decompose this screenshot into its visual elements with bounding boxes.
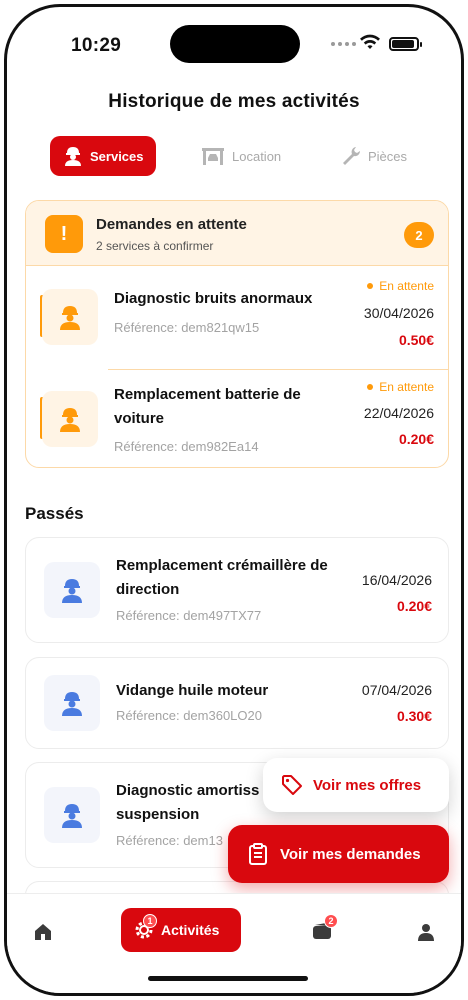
- tab-location[interactable]: Location: [200, 136, 281, 176]
- profile-icon[interactable]: [417, 923, 435, 941]
- divider: [108, 369, 448, 370]
- pending-subtitle: 2 services à confirmer: [96, 239, 214, 253]
- pending-item-name: Diagnostic bruits anormaux: [114, 290, 313, 307]
- pending-item[interactable]: Diagnostic bruits anormaux Référence: de…: [26, 277, 448, 377]
- view-offers-label: Voir mes offres: [313, 776, 422, 794]
- wifi-icon: [360, 34, 380, 49]
- pending-header: ! Demandes en attente 2 services à confi…: [26, 201, 448, 266]
- pending-status-badge: En attente: [367, 279, 434, 293]
- tab-pieces-label: Pièces: [368, 148, 408, 164]
- pending-item-price: 0.50€: [398, 332, 434, 348]
- tab-location-label: Location: [232, 148, 282, 164]
- mechanic-icon: [42, 289, 98, 345]
- mechanic-icon: [42, 391, 98, 447]
- car-lift-icon: [202, 148, 224, 165]
- wrench-icon: [343, 147, 361, 165]
- pending-requests-card: ! Demandes en attente 2 services à confi…: [25, 200, 449, 468]
- past-item-name: Diagnostic amortiss suspension: [116, 782, 260, 823]
- pending-item-date: 30/04/2026: [363, 305, 434, 321]
- past-item-date: 07/04/2026: [361, 682, 432, 698]
- pending-count-badge: 2: [404, 222, 434, 248]
- tab-services-label: Services: [90, 148, 144, 164]
- warning-icon: !: [45, 215, 83, 253]
- phone-frame: 10:29 Historique de mes activités Servic…: [4, 4, 464, 996]
- past-section-title: Passés: [25, 504, 84, 523]
- dynamic-island: [170, 25, 300, 63]
- view-requests-label: Voir mes demandes: [280, 845, 421, 863]
- mechanic-icon: [44, 675, 100, 731]
- past-item-price: 0.30€: [396, 708, 432, 724]
- pending-item-date: 22/04/2026: [363, 405, 434, 421]
- pending-item-reference: Référence: dem982Ea14: [114, 439, 259, 454]
- status-bar: 10:29: [7, 7, 461, 77]
- tab-pieces[interactable]: Pièces: [340, 136, 407, 176]
- status-time: 10:29: [71, 35, 122, 56]
- pending-item-name: Remplacement batterie de voiture: [114, 386, 301, 427]
- activities-badge: 1: [143, 914, 157, 928]
- past-item-price: 0.20€: [396, 598, 432, 614]
- tag-icon: [282, 775, 302, 795]
- past-item-reference: Référence: dem360LO20: [116, 708, 262, 723]
- home-icon[interactable]: [33, 922, 53, 942]
- pending-title: Demandes en attente: [96, 216, 247, 233]
- mechanic-icon: [65, 147, 81, 166]
- home-indicator: [148, 976, 308, 981]
- battery-icon: [389, 37, 422, 51]
- wallet-badge: 2: [324, 914, 338, 928]
- past-item-name: Vidange huile moteur: [116, 682, 269, 699]
- signal-dots-icon: [331, 42, 356, 46]
- nav-wallet[interactable]: 2: [312, 914, 338, 945]
- past-item-reference: Référence: dem13: [116, 833, 223, 848]
- past-item-card[interactable]: Vidange huile moteur Référence: dem360LO…: [25, 657, 449, 749]
- pending-item-reference: Référence: dem821qw15: [114, 320, 260, 335]
- nav-activities-label: Activités: [161, 922, 220, 938]
- past-item-card[interactable]: Remplacement crémaillère de direction Ré…: [25, 537, 449, 643]
- mechanic-icon: [44, 562, 100, 618]
- past-item-date: 16/04/2026: [361, 572, 432, 588]
- past-item-reference: Référence: dem497TX77: [116, 608, 262, 623]
- view-offers-button[interactable]: Voir mes offres: [263, 758, 449, 812]
- nav-activities[interactable]: 1 Activités: [121, 908, 241, 952]
- view-requests-button[interactable]: Voir mes demandes: [228, 825, 449, 883]
- tab-services[interactable]: Services: [50, 136, 156, 176]
- pending-item-price: 0.20€: [398, 431, 434, 447]
- page-title: Historique de mes activités: [108, 91, 360, 112]
- mechanic-icon: [44, 787, 100, 843]
- pending-item[interactable]: Remplacement batterie de voiture Référen…: [26, 379, 448, 467]
- past-item-name: Remplacement crémaillère de direction: [116, 557, 328, 598]
- clipboard-icon: [249, 843, 267, 865]
- pending-status-badge: En attente: [367, 380, 434, 394]
